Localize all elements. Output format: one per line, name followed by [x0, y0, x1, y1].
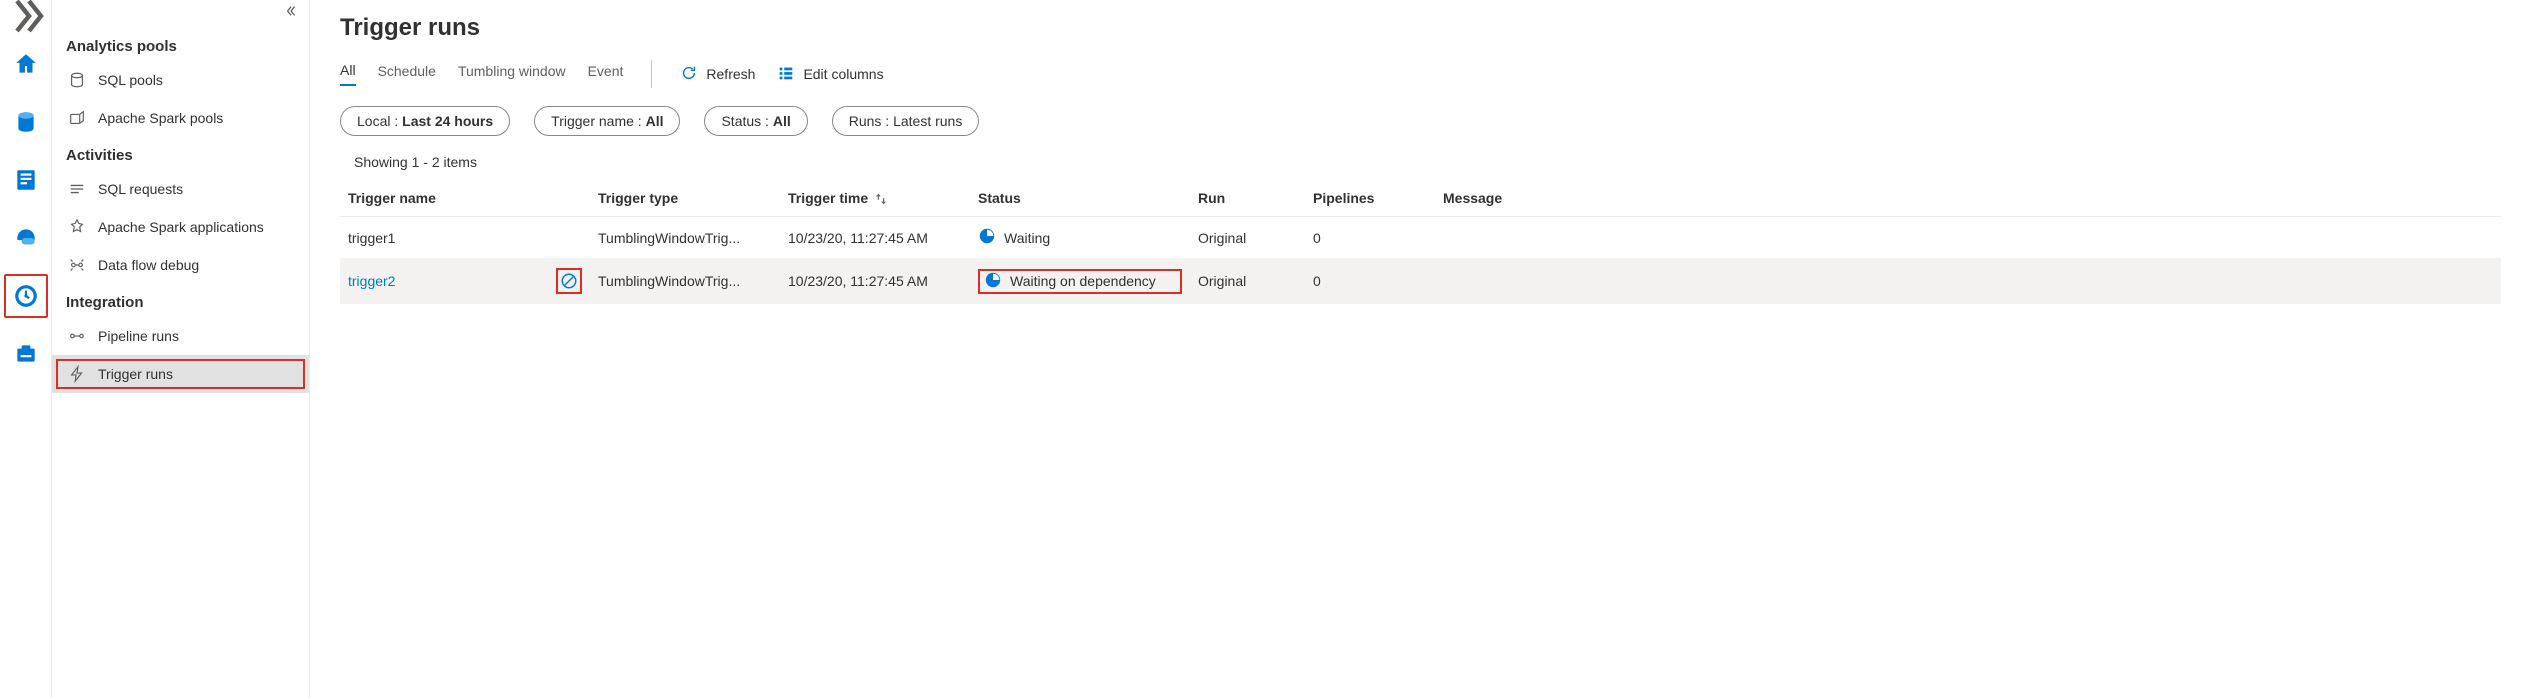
sidebar-item-spark-apps[interactable]: Apache Spark applications: [52, 208, 309, 246]
section-integration: Integration: [52, 284, 309, 317]
clock-icon: [978, 227, 996, 248]
cell-message: [1435, 258, 2501, 304]
header-row: Trigger name Trigger type Trigger time S…: [340, 180, 2501, 217]
rail-data[interactable]: [4, 100, 48, 144]
sidebar-item-label: Data flow debug: [98, 257, 199, 273]
cell-trigger-type: TumblingWindowTrig...: [590, 217, 780, 259]
rail-home[interactable]: [4, 42, 48, 86]
col-status[interactable]: Status: [970, 180, 1190, 217]
cell-pipelines: 0: [1305, 217, 1435, 259]
tab-row: All Schedule Tumbling window Event Refre…: [340, 60, 2501, 88]
filter-status[interactable]: Status : All: [704, 106, 807, 136]
cell-trigger-name: trigger1: [348, 230, 395, 246]
sidebar-item-label: SQL requests: [98, 181, 183, 197]
tab-schedule[interactable]: Schedule: [378, 63, 436, 85]
sidebar-item-spark-pools[interactable]: Apache Spark pools: [52, 99, 309, 137]
sidebar: Analytics pools SQL pools Apache Spark p…: [52, 0, 310, 698]
pipeline-runs-icon: [66, 325, 88, 347]
rail-monitor[interactable]: [4, 274, 48, 318]
edit-columns-label: Edit columns: [803, 66, 883, 82]
divider: [651, 60, 652, 88]
col-run[interactable]: Run: [1190, 180, 1305, 217]
cell-pipelines: 0: [1305, 258, 1435, 304]
cell-trigger-time: 10/23/20, 11:27:45 AM: [780, 217, 970, 259]
sidebar-item-label: SQL pools: [98, 72, 163, 88]
filter-local[interactable]: Local : Last 24 hours: [340, 106, 510, 136]
clock-icon: [984, 271, 1002, 292]
cell-message: [1435, 217, 2501, 259]
refresh-label: Refresh: [706, 66, 755, 82]
sort-icon: [874, 192, 888, 206]
cancel-icon: [560, 272, 578, 290]
trigger-runs-icon: [66, 363, 88, 385]
col-message[interactable]: Message: [1435, 180, 2501, 217]
section-analytics-pools: Analytics pools: [52, 28, 309, 61]
sidebar-item-label: Apache Spark pools: [98, 110, 223, 126]
sidebar-item-trigger-runs[interactable]: Trigger runs: [52, 355, 309, 393]
sidebar-item-label: Trigger runs: [98, 366, 173, 382]
table-row: trigger1 TumblingWindowTrig... 10/23/20,…: [340, 217, 2501, 259]
tab-tumbling[interactable]: Tumbling window: [458, 63, 566, 85]
dataflow-debug-icon: [66, 254, 88, 276]
filter-trigger-name[interactable]: Trigger name : All: [534, 106, 680, 136]
cell-run: Original: [1190, 258, 1305, 304]
sidebar-item-label: Pipeline runs: [98, 328, 179, 344]
cell-trigger-time: 10/23/20, 11:27:45 AM: [780, 258, 970, 304]
sidebar-item-sql-requests[interactable]: SQL requests: [52, 170, 309, 208]
section-activities: Activities: [52, 137, 309, 170]
rail-manage[interactable]: [4, 332, 48, 376]
stop-button[interactable]: [556, 268, 582, 294]
main-content: Trigger runs All Schedule Tumbling windo…: [310, 0, 2521, 698]
refresh-button[interactable]: Refresh: [680, 64, 755, 85]
table-row: trigger2 TumblingWindowTrig... 10/23/20,…: [340, 258, 2501, 304]
icon-rail: [0, 0, 52, 698]
edit-columns-button[interactable]: Edit columns: [777, 64, 883, 85]
tab-event[interactable]: Event: [588, 63, 624, 85]
sidebar-item-pipeline-runs[interactable]: Pipeline runs: [52, 317, 309, 355]
sidebar-item-label: Apache Spark applications: [98, 219, 264, 235]
sql-requests-icon: [66, 178, 88, 200]
results-count: Showing 1 - 2 items: [354, 154, 2501, 170]
expand-rail-button[interactable]: [2, 4, 50, 28]
col-trigger-time[interactable]: Trigger time: [780, 180, 970, 217]
rail-integrate[interactable]: [4, 216, 48, 260]
col-pipelines[interactable]: Pipelines: [1305, 180, 1435, 217]
spark-apps-icon: [66, 216, 88, 238]
collapse-sidebar-button[interactable]: [52, 4, 309, 28]
cell-trigger-type: TumblingWindowTrig...: [590, 258, 780, 304]
sidebar-item-sql-pools[interactable]: SQL pools: [52, 61, 309, 99]
cell-trigger-name-link[interactable]: trigger2: [348, 273, 395, 289]
refresh-icon: [680, 64, 698, 85]
col-trigger-name[interactable]: Trigger name: [340, 180, 590, 217]
page-title: Trigger runs: [340, 14, 2501, 42]
filter-row: Local : Last 24 hours Trigger name : All…: [340, 106, 2501, 136]
cell-run: Original: [1190, 217, 1305, 259]
sidebar-item-dataflow-debug[interactable]: Data flow debug: [52, 246, 309, 284]
tab-all[interactable]: All: [340, 62, 356, 86]
rail-develop[interactable]: [4, 158, 48, 202]
filter-runs[interactable]: Runs : Latest runs: [832, 106, 980, 136]
spark-pools-icon: [66, 107, 88, 129]
cell-status: Waiting on dependency: [978, 269, 1182, 294]
col-trigger-type[interactable]: Trigger type: [590, 180, 780, 217]
edit-columns-icon: [777, 64, 795, 85]
cell-status: Waiting: [978, 227, 1182, 248]
results-table: Trigger name Trigger type Trigger time S…: [340, 180, 2501, 304]
sql-pools-icon: [66, 69, 88, 91]
